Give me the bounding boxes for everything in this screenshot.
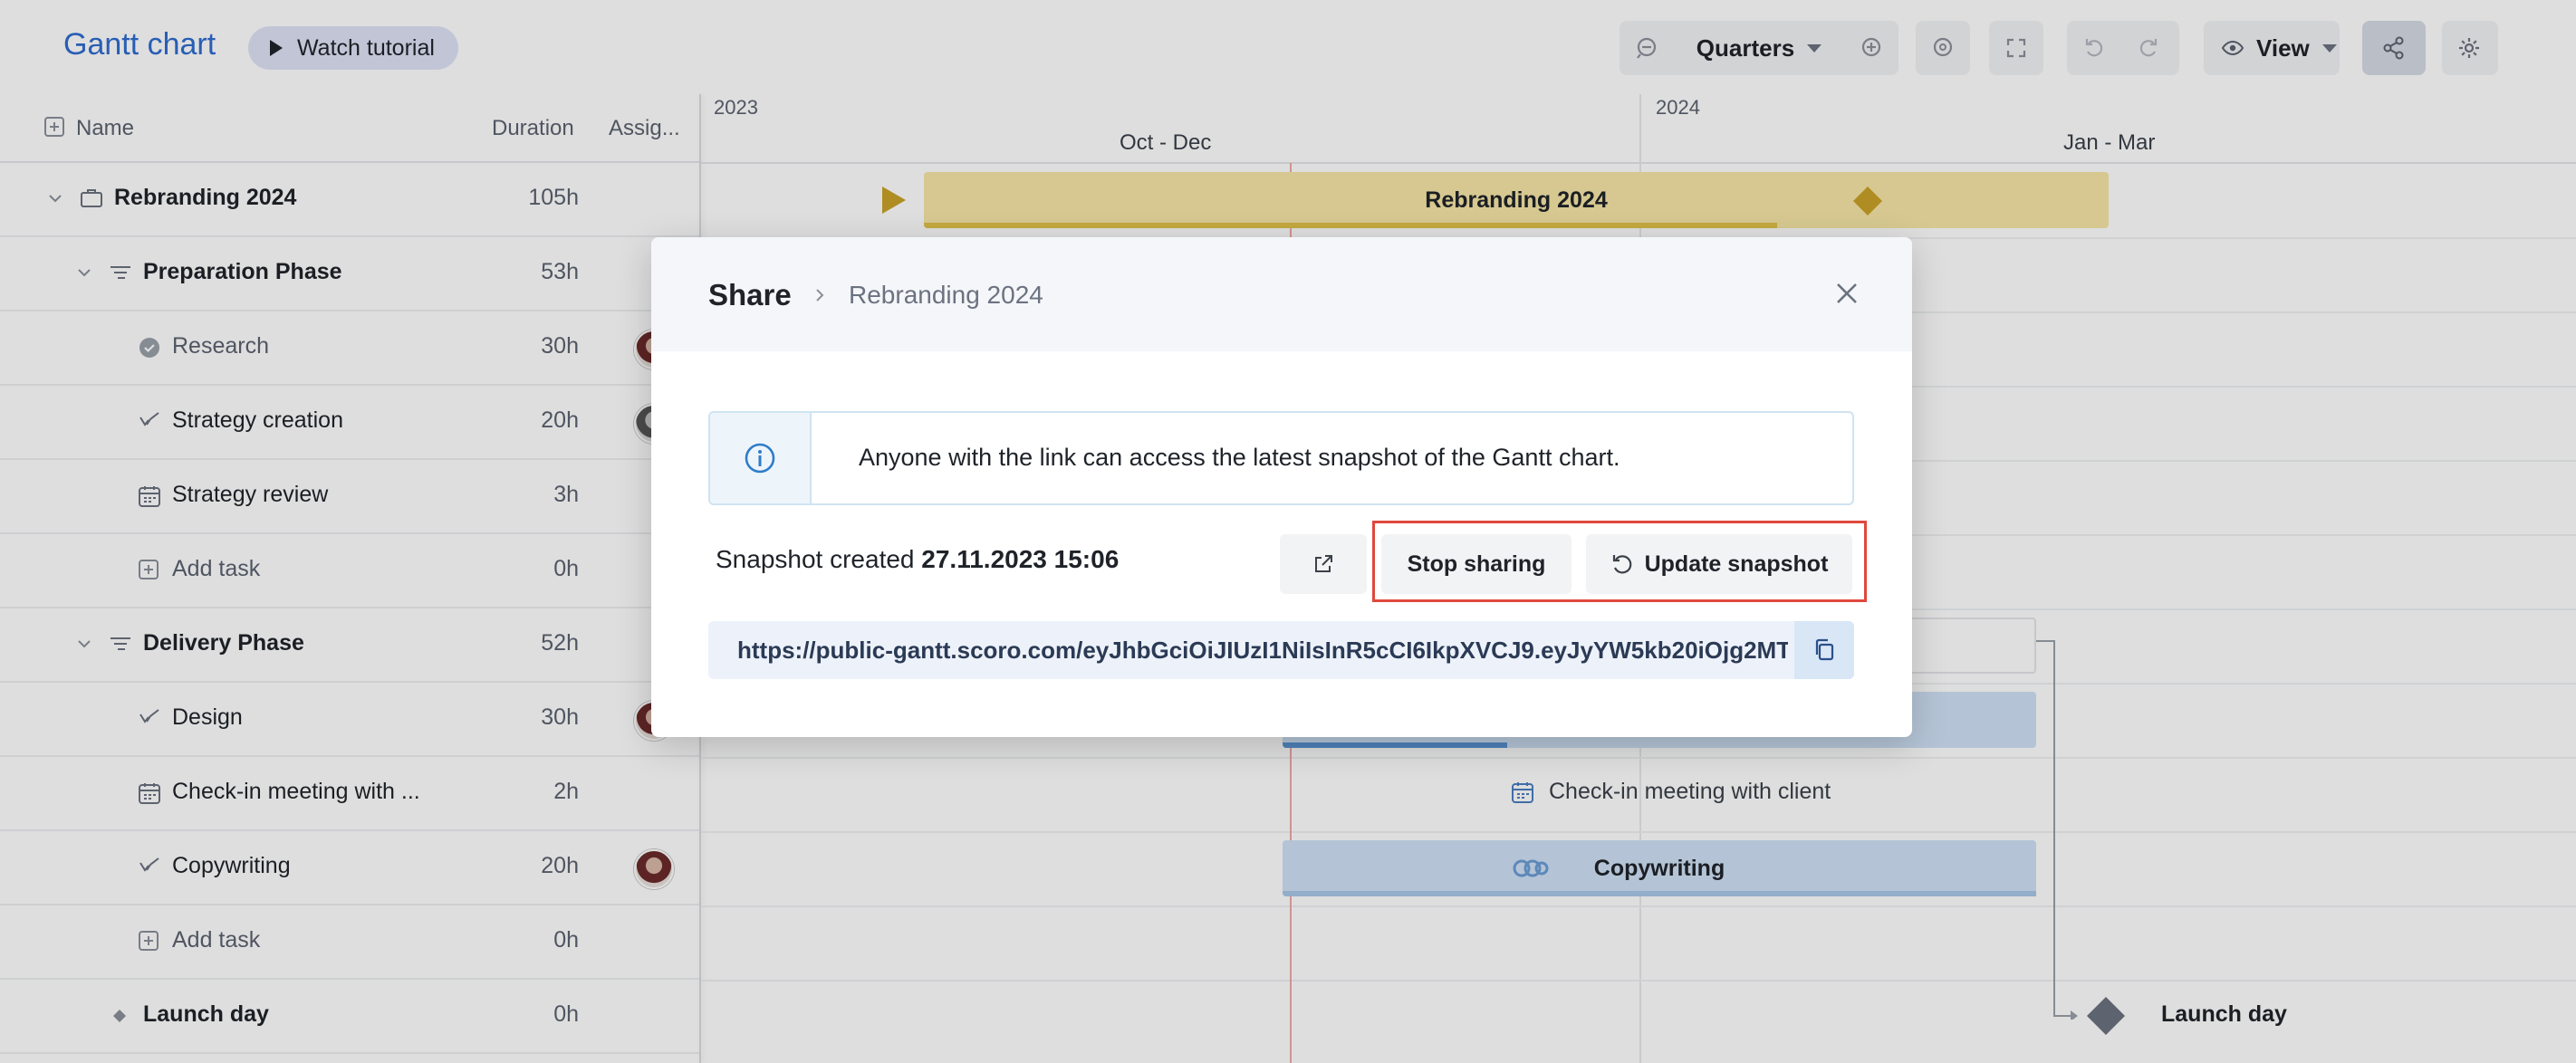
info-icon: [745, 443, 775, 474]
copy-link-button[interactable]: [1794, 621, 1854, 679]
close-icon: [1837, 283, 1857, 303]
info-icon-wrap: [710, 413, 812, 503]
close-button[interactable]: [1829, 275, 1865, 311]
share-modal: Share Rebranding 2024 Anyone with the li…: [651, 237, 1912, 737]
highlight-box: [1372, 521, 1867, 602]
info-text: Anyone with the link can access the late…: [859, 444, 1620, 471]
gantt-app: Gantt chart Watch tutorial Quarters View…: [0, 0, 2576, 1063]
chevron-right-icon: [816, 289, 824, 302]
snapshot-prefix: Snapshot created: [716, 545, 915, 573]
modal-breadcrumb[interactable]: Rebranding 2024: [849, 281, 1043, 310]
snapshot-date: 27.11.2023 15:06: [921, 545, 1120, 573]
share-link-text[interactable]: https://public-gantt.scoro.com/eyJhbGciO…: [737, 637, 1788, 665]
info-banner: Anyone with the link can access the late…: [708, 411, 1854, 505]
copy-icon: [1815, 638, 1834, 661]
share-link-field[interactable]: https://public-gantt.scoro.com/eyJhbGciO…: [708, 621, 1854, 679]
open-link-button[interactable]: [1280, 534, 1367, 594]
snapshot-info: Snapshot created 27.11.2023 15:06: [716, 545, 1119, 574]
external-link-icon: [1315, 555, 1332, 572]
modal-header: Share Rebranding 2024: [651, 237, 1912, 351]
modal-title: Share: [708, 278, 792, 311]
